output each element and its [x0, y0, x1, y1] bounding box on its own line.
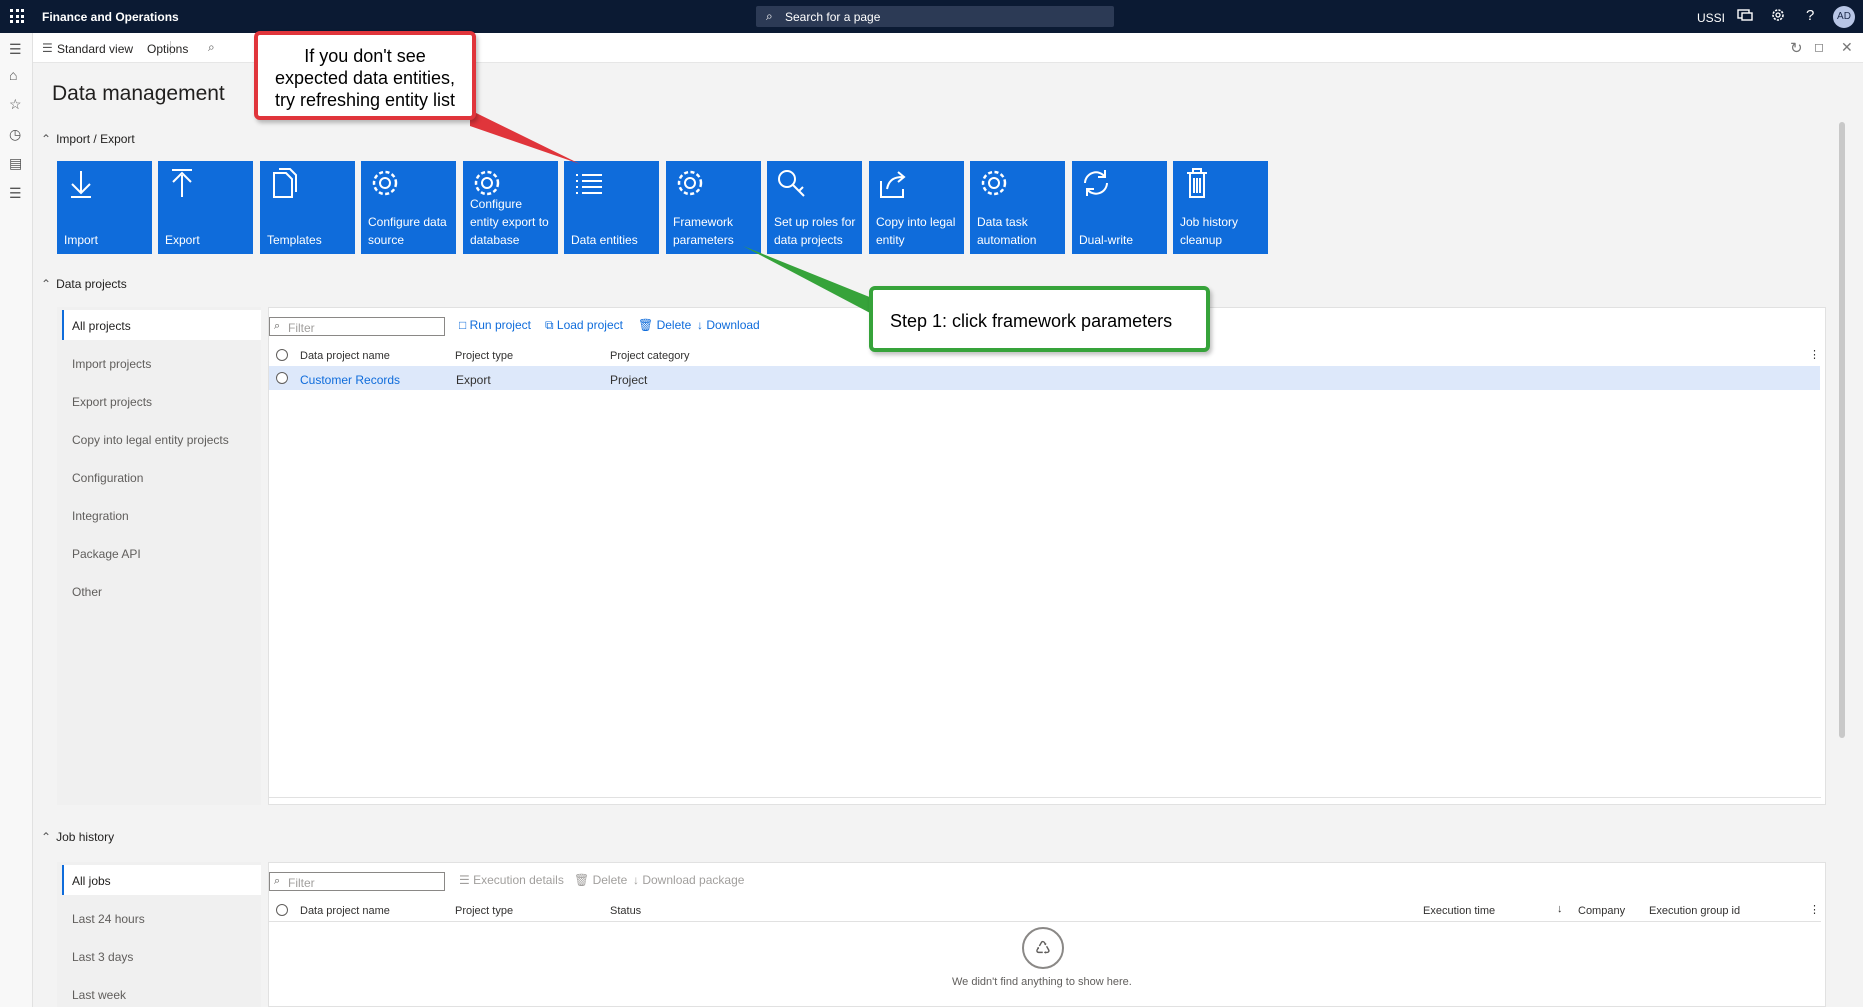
- callout-line: If you don't see: [304, 46, 426, 66]
- callout-line: expected data entities,: [274, 68, 456, 88]
- step-one-callout: Step 1: click framework parameters: [869, 286, 1210, 352]
- refresh-hint-callout: If you don't see expected data entities,…: [254, 31, 476, 120]
- callout-arrows: [470, 110, 872, 314]
- red-arrow: [470, 110, 580, 164]
- green-arrow: [743, 246, 872, 314]
- callout-line: try refreshing entity list: [274, 90, 456, 110]
